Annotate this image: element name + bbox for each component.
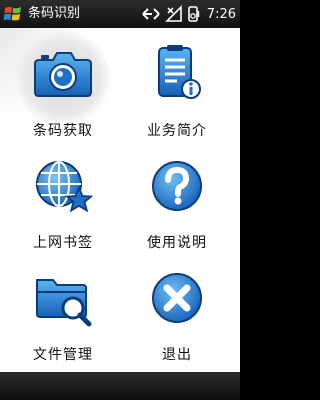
windows-start-icon[interactable] <box>3 4 23 24</box>
softkey-bar <box>0 372 240 400</box>
globe-star-icon <box>36 161 93 213</box>
main-menu: 条码获取 业务简介 上网书签 使用说明 文件管理 退出 <box>0 28 240 372</box>
help-icon <box>152 161 202 211</box>
camera-icon <box>34 52 92 97</box>
tile-barcode-capture[interactable]: 条码获取 <box>8 30 118 148</box>
tile-file-manager[interactable]: 文件管理 <box>8 260 118 372</box>
connectivity-icon[interactable] <box>141 5 161 23</box>
screen: 条码识别 7:26 条码获取 业务简介 上网书签 使用说明 文件管理 退出 <box>0 0 240 400</box>
exit-icon <box>152 273 202 323</box>
tile-user-guide[interactable]: 使用说明 <box>122 148 232 260</box>
app-title: 条码识别 <box>28 6 81 21</box>
speaker-icon[interactable] <box>187 5 201 23</box>
tile-exit[interactable]: 退出 <box>122 260 232 372</box>
tile-label: 退出 <box>162 347 192 363</box>
signal-icon[interactable] <box>164 5 183 23</box>
clock[interactable]: 7:26 <box>207 7 236 22</box>
tile-label: 业务简介 <box>147 123 207 139</box>
info-document-icon <box>158 45 201 99</box>
tile-label: 使用说明 <box>147 235 207 251</box>
title-bar: 条码识别 7:26 <box>0 0 240 28</box>
folder-search-icon <box>36 279 92 327</box>
tile-label: 上网书签 <box>33 235 93 251</box>
tile-label: 文件管理 <box>33 347 93 363</box>
tile-web-bookmarks[interactable]: 上网书签 <box>8 148 118 260</box>
tile-business-intro[interactable]: 业务简介 <box>122 36 232 148</box>
status-icons: 7:26 <box>141 4 236 24</box>
tile-label: 条码获取 <box>33 123 93 139</box>
